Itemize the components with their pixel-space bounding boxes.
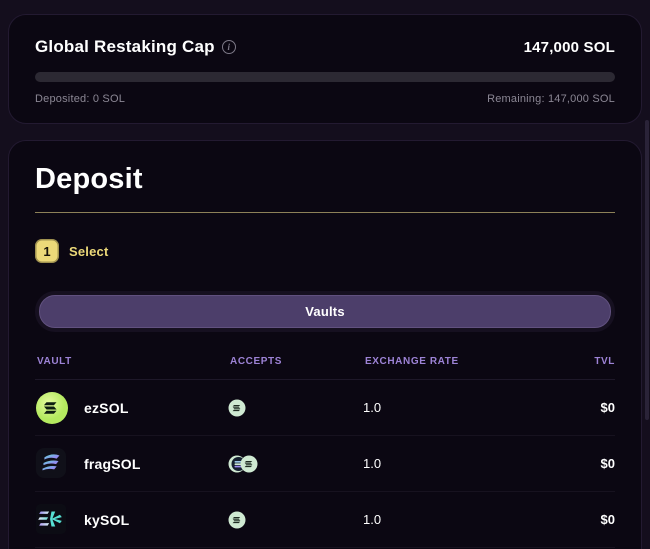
step-number-badge: 1 bbox=[35, 239, 59, 263]
tvl-value: $0 bbox=[525, 456, 615, 471]
remaining-label: Remaining: 147,000 SOL bbox=[487, 93, 615, 105]
kysol-icon bbox=[35, 503, 69, 537]
cap-progress-bar bbox=[35, 72, 615, 82]
vaults-tab-button[interactable]: Vaults bbox=[39, 295, 611, 328]
exchange-rate-value: 1.0 bbox=[363, 400, 525, 415]
tvl-value: $0 bbox=[525, 512, 615, 527]
col-header-vault: VAULT bbox=[37, 356, 230, 367]
exchange-rate-value: 1.0 bbox=[363, 456, 525, 471]
vault-name: ezSOL bbox=[84, 400, 129, 416]
deposit-card: Deposit 1 Select Vaults VAULT ACCEPTS EX… bbox=[8, 140, 642, 549]
ezsol-icon bbox=[35, 391, 69, 425]
accepts-icons bbox=[228, 455, 363, 473]
col-header-accepts: ACCEPTS bbox=[230, 356, 365, 367]
info-icon[interactable]: i bbox=[222, 40, 236, 54]
vault-name: kySOL bbox=[84, 512, 129, 528]
vaults-table-header: VAULT ACCEPTS EXCHANGE RATE TVL bbox=[35, 356, 615, 380]
cap-total-value: 147,000 SOL bbox=[524, 39, 615, 56]
deposit-title: Deposit bbox=[35, 163, 615, 196]
exchange-rate-value: 1.0 bbox=[363, 512, 525, 527]
scrollbar[interactable] bbox=[645, 120, 649, 420]
cap-card-header: Global Restaking Cap i 147,000 SOL bbox=[35, 37, 615, 57]
vaults-table-body: ezSOL 1.0 $0 fragSOL 1.0 $0 bbox=[35, 380, 615, 548]
global-restaking-cap-card: Global Restaking Cap i 147,000 SOL Depos… bbox=[8, 14, 642, 124]
table-row[interactable]: fragSOL 1.0 $0 bbox=[35, 436, 615, 492]
table-row[interactable]: kySOL 1.0 $0 bbox=[35, 492, 615, 548]
accepts-icons bbox=[228, 511, 363, 529]
vaults-table: VAULT ACCEPTS EXCHANGE RATE TVL ezSOL 1.… bbox=[35, 356, 615, 548]
accepts-icons bbox=[228, 399, 363, 417]
vault-name: fragSOL bbox=[84, 456, 141, 472]
deposited-label: Deposited: 0 SOL bbox=[35, 93, 125, 105]
table-row[interactable]: ezSOL 1.0 $0 bbox=[35, 380, 615, 436]
tvl-value: $0 bbox=[525, 400, 615, 415]
step-label: Select bbox=[69, 244, 109, 259]
cap-title: Global Restaking Cap bbox=[35, 37, 215, 57]
cap-card-footer: Deposited: 0 SOL Remaining: 147,000 SOL bbox=[35, 93, 615, 105]
sol-token-icon bbox=[228, 399, 246, 417]
step-select-row: 1 Select bbox=[35, 239, 615, 263]
col-header-tvl: TVL bbox=[525, 356, 615, 367]
fragsol-icon bbox=[35, 447, 69, 481]
gold-divider bbox=[35, 212, 615, 213]
vaults-tab-bar: Vaults bbox=[35, 291, 615, 332]
sol-token-icon bbox=[240, 455, 258, 473]
col-header-exchange-rate: EXCHANGE RATE bbox=[365, 356, 525, 367]
sol-token-icon bbox=[228, 511, 246, 529]
